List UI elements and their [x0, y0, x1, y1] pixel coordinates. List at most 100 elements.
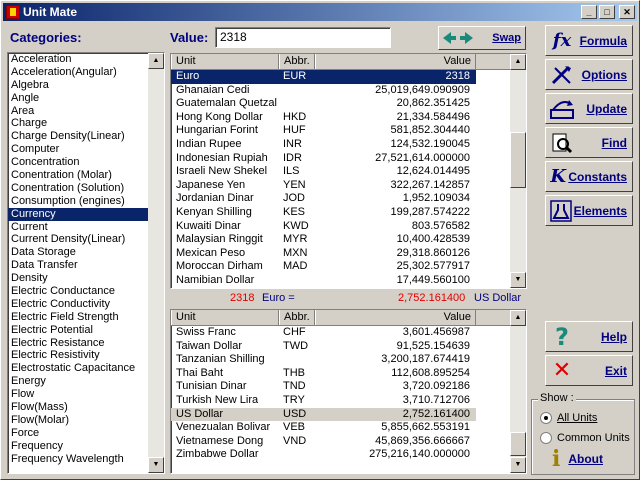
find-button[interactable]: Find [545, 127, 633, 158]
table-row[interactable]: Hungarian Forint HUF 581,852.304440 [171, 124, 526, 138]
table-row[interactable]: Ghanaian Cedi 25,019,649.090909 [171, 84, 526, 98]
scroll-thumb[interactable] [510, 432, 526, 456]
scroll-up-button[interactable]: ▲ [148, 53, 164, 69]
category-item[interactable]: Data Transfer [8, 259, 164, 272]
table-row[interactable]: Kuwaiti Dinar KWD 803.576582 [171, 220, 526, 234]
category-item[interactable]: Electric Resistance [8, 337, 164, 350]
table-row[interactable]: Kenyan Shilling KES 199,287.574222 [171, 206, 526, 220]
col-value-header[interactable]: Value [315, 54, 476, 69]
table-row[interactable]: Euro EUR 2318 [171, 70, 476, 84]
category-item[interactable]: Data Storage [8, 246, 164, 259]
all-units-radio[interactable]: All Units [540, 412, 597, 424]
category-item[interactable]: Consumption (engines) [8, 195, 164, 208]
table-row[interactable]: Tanzanian Shilling 3,200,187.674419 [171, 353, 526, 367]
value-cell: 25,019,649.090909 [375, 83, 470, 96]
common-units-radio[interactable]: Common Units [540, 432, 630, 444]
main-window: Unit Mate _ □ ✕ Categories: Value: 2318 … [0, 0, 640, 480]
category-scrollbar[interactable]: ▲ ▼ [148, 53, 164, 473]
category-item[interactable]: Energy [8, 375, 164, 388]
value-input[interactable]: 2318 [215, 27, 391, 48]
category-item[interactable]: Density [8, 272, 164, 285]
table-row[interactable]: Indian Rupee INR 124,532.190045 [171, 138, 526, 152]
app-icon[interactable] [6, 5, 20, 19]
constants-button[interactable]: K Constants [545, 161, 633, 192]
category-item[interactable]: Conentration (Solution) [8, 182, 164, 195]
title-bar[interactable]: Unit Mate _ □ ✕ [3, 3, 637, 21]
scroll-up-button[interactable]: ▲ [510, 310, 526, 326]
table-row[interactable]: Thai Baht THB 112,608.895254 [171, 367, 526, 381]
category-item[interactable]: Algebra [8, 79, 164, 92]
category-item[interactable]: Acceleration [8, 53, 164, 66]
help-button[interactable]: ? Help [545, 321, 633, 352]
update-button[interactable]: Update [545, 93, 633, 124]
category-item[interactable]: Concentration [8, 156, 164, 169]
category-item[interactable]: Electric Conductivity [8, 298, 164, 311]
col-unit-header[interactable]: Unit [171, 54, 279, 69]
category-item[interactable]: Flow(Mass) [8, 401, 164, 414]
table-row[interactable]: Moroccan Dirham MAD 25,302.577917 [171, 260, 526, 274]
close-button[interactable]: ✕ [619, 5, 635, 19]
table-row[interactable]: Indonesian Rupiah IDR 27,521,614.000000 [171, 152, 526, 166]
category-item[interactable]: Area [8, 105, 164, 118]
category-item[interactable]: Charge Density(Linear) [8, 130, 164, 143]
category-item[interactable]: Electric Potential [8, 324, 164, 337]
minimize-button[interactable]: _ [581, 5, 597, 19]
table-row[interactable]: Vietnamese Dong VND 45,869,356.666667 [171, 435, 526, 449]
scroll-up-button[interactable]: ▲ [510, 54, 526, 70]
category-item[interactable]: Flow [8, 388, 164, 401]
category-item[interactable]: Frequency Wavelength [8, 453, 164, 466]
scroll-track[interactable] [148, 69, 164, 439]
table-row[interactable]: Guatemalan Quetzal 20,862.351425 [171, 97, 526, 111]
maximize-button[interactable]: □ [599, 5, 615, 19]
formula-button[interactable]: fx Formula [545, 25, 633, 56]
table-row[interactable]: Venezualan Bolivar VEB 5,855,662.553191 [171, 421, 526, 435]
elements-button[interactable]: Elements [545, 195, 633, 226]
scroll-down-button[interactable]: ▼ [148, 457, 164, 473]
category-item[interactable]: Electric Field Strength [8, 311, 164, 324]
category-item[interactable]: Computer [8, 143, 164, 156]
source-unit-grid[interactable]: Unit Abbr. Value Euro EUR 2318 Ghanaian Ced… [170, 53, 527, 289]
source-grid-scrollbar[interactable]: ▲ ▼ [510, 54, 526, 288]
category-item[interactable]: Electrostatic Capacitance [8, 362, 164, 375]
table-row[interactable]: Mexican Peso MXN 29,318.860126 [171, 247, 526, 261]
category-item[interactable]: Flow(Molar) [8, 414, 164, 427]
category-item[interactable]: Current [8, 221, 164, 234]
scroll-down-button[interactable]: ▼ [510, 457, 526, 473]
table-row[interactable]: Malaysian Ringgit MYR 10,400.428539 [171, 233, 526, 247]
col-value-header[interactable]: Value [315, 310, 476, 325]
table-row[interactable]: US Dollar USD 2,752.161400 [171, 407, 476, 422]
scroll-down-button[interactable]: ▼ [510, 272, 526, 288]
table-row[interactable]: Turkish New Lira TRY 3,710.712706 [171, 394, 526, 408]
category-item[interactable]: Acceleration(Angular) [8, 66, 164, 79]
table-row[interactable]: Swiss Franc CHF 3,601.456987 [171, 326, 526, 340]
table-row[interactable]: Zimbabwe Dollar 275,216,140.000000 [171, 448, 526, 462]
category-item[interactable]: Force [8, 427, 164, 440]
table-row[interactable]: Israeli New Shekel ILS 12,624.014495 [171, 165, 526, 179]
category-item[interactable]: Current Density(Linear) [8, 233, 164, 246]
value-cell: 199,287.574222 [390, 205, 470, 218]
options-button[interactable]: Options [545, 59, 633, 90]
target-grid-scrollbar[interactable]: ▲ ▼ [510, 310, 526, 473]
category-item[interactable]: Electric Resistivity [8, 349, 164, 362]
category-list[interactable]: Acceleration Acceleration(Angular) Algebra… [7, 52, 165, 474]
exit-button[interactable]: ✕ Exit [545, 355, 633, 386]
scroll-thumb[interactable] [510, 132, 526, 188]
about-button[interactable]: i About [552, 446, 603, 472]
col-abbr-header[interactable]: Abbr. [279, 310, 315, 325]
table-row[interactable]: Hong Kong Dollar HKD 21,334.584496 [171, 111, 526, 125]
target-unit-grid[interactable]: Unit Abbr. Value Swiss Franc CHF 3,601.456… [170, 309, 527, 474]
col-unit-header[interactable]: Unit [171, 310, 279, 325]
category-item[interactable]: Electric Conductance [8, 285, 164, 298]
col-abbr-header[interactable]: Abbr. [279, 54, 315, 69]
category-item[interactable]: Frequency [8, 440, 164, 453]
table-row[interactable]: Taiwan Dollar TWD 91,525.154639 [171, 340, 526, 354]
category-item[interactable]: Conentration (Molar) [8, 169, 164, 182]
table-row[interactable]: Tunisian Dinar TND 3,720.092186 [171, 380, 526, 394]
category-item[interactable]: Currency [8, 207, 164, 221]
table-row[interactable]: Jordanian Dinar JOD 1,952.109034 [171, 192, 526, 206]
table-row[interactable]: Japanese Yen YEN 322,267.142857 [171, 179, 526, 193]
category-item[interactable]: Charge [8, 117, 164, 130]
swap-button[interactable]: Swap [438, 26, 526, 50]
category-item[interactable]: Angle [8, 92, 164, 105]
table-row[interactable]: Namibian Dollar 17,449.560100 [171, 274, 526, 288]
